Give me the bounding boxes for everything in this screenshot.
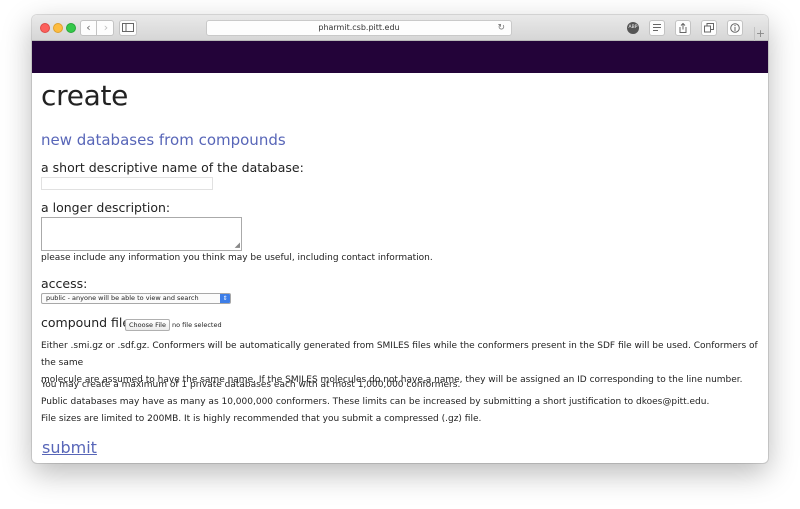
browser-window: ‹ › pharmit.csb.pitt.edu ↻ ABP + create …: [32, 15, 768, 463]
compound-file-label: compound file:: [41, 315, 135, 330]
access-label: access:: [41, 276, 88, 291]
tabs-overview-button[interactable]: [701, 20, 717, 36]
tabs-icon: [704, 23, 714, 33]
resize-handle-icon[interactable]: ◢: [235, 242, 240, 249]
database-name-field[interactable]: [41, 177, 213, 190]
address-bar[interactable]: pharmit.csb.pitt.edu ↻: [206, 20, 512, 36]
browser-toolbar: ‹ › pharmit.csb.pitt.edu ↻ ABP +: [32, 15, 768, 41]
back-icon[interactable]: ‹: [81, 21, 97, 35]
file-status: no file selected: [172, 321, 222, 329]
page-title: create: [41, 79, 129, 112]
share-button[interactable]: [675, 20, 691, 36]
info-icon: [730, 23, 740, 33]
downloads-button[interactable]: [727, 20, 743, 36]
url-text: pharmit.csb.pitt.edu: [318, 23, 400, 32]
site-header-bar: [32, 41, 768, 73]
close-window-button[interactable]: [40, 23, 50, 33]
description-help: please include any information you think…: [41, 253, 433, 263]
limits-line: File sizes are limited to 200MB. It is h…: [41, 414, 482, 424]
sidebar-toggle-button[interactable]: [119, 20, 137, 36]
limits-note: You may create a maximum of 1 private da…: [41, 377, 709, 428]
submit-link[interactable]: submit: [42, 438, 97, 457]
description-field[interactable]: ◢: [41, 217, 242, 251]
select-arrows-icon: ⇕: [220, 294, 230, 303]
page-subtitle: new databases from compounds: [41, 131, 286, 149]
reader-icon: [653, 24, 661, 31]
new-tab-icon[interactable]: +: [754, 27, 766, 41]
access-select[interactable]: public - anyone will be able to view and…: [41, 293, 231, 304]
share-icon: [679, 22, 687, 33]
adblock-icon[interactable]: ABP: [627, 22, 639, 34]
forward-icon[interactable]: ›: [98, 21, 114, 35]
format-note-line: Either .smi.gz or .sdf.gz. Conformers wi…: [41, 341, 758, 368]
description-label: a longer description:: [41, 200, 171, 215]
limits-line: Public databases may have as many as 10,…: [41, 397, 710, 407]
sidebar-icon: [122, 23, 134, 32]
zoom-window-button[interactable]: [66, 23, 76, 33]
reader-button[interactable]: [649, 20, 665, 36]
name-label: a short descriptive name of the database…: [41, 160, 304, 175]
minimize-window-button[interactable]: [53, 23, 63, 33]
limits-line: You may create a maximum of 1 private da…: [41, 380, 461, 390]
choose-file-button[interactable]: Choose File: [125, 319, 170, 331]
navigation-buttons: ‹ ›: [80, 20, 114, 36]
access-selected-value: public - anyone will be able to view and…: [46, 294, 199, 302]
reload-icon[interactable]: ↻: [497, 21, 505, 35]
